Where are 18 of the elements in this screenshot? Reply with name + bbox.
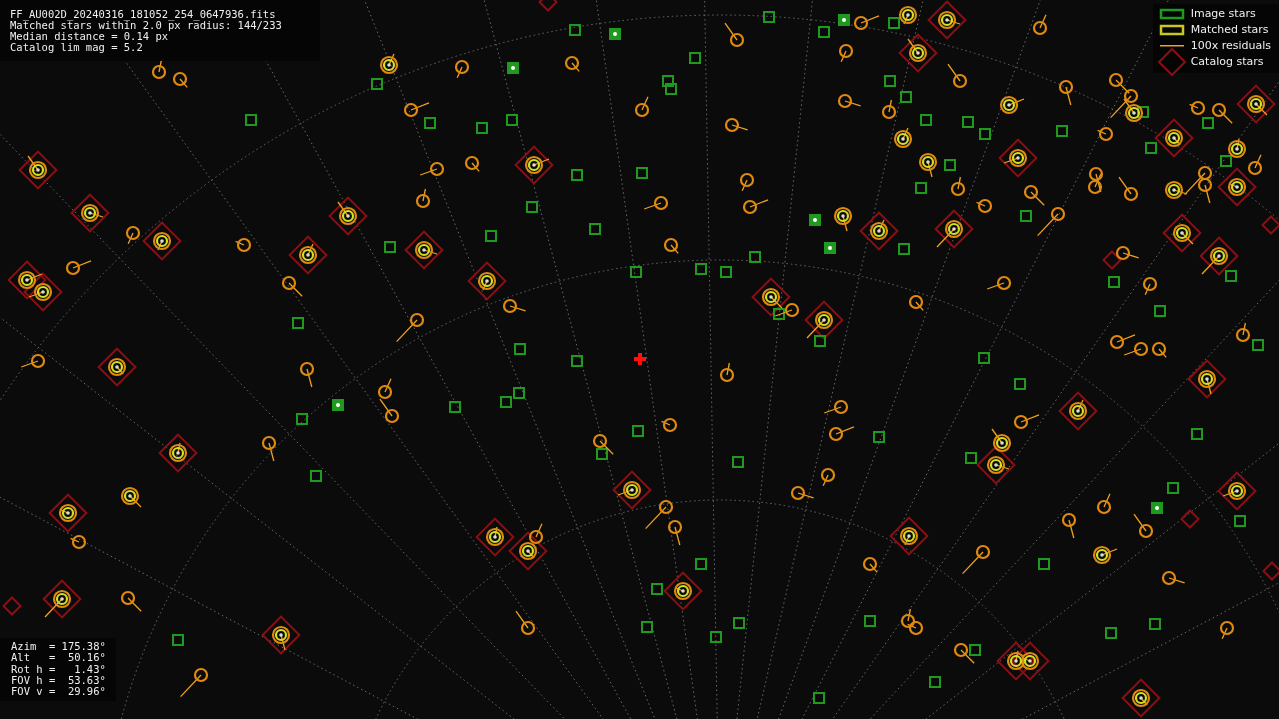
pointing-text: Azim = 175.38° bbox=[11, 641, 106, 653]
info-text: Matched stars within 2.0 px radius: 144/233 bbox=[10, 20, 283, 31]
legend-label: 100x residuals bbox=[1190, 39, 1271, 52]
line-icon bbox=[1159, 44, 1184, 46]
diamond-icon bbox=[1156, 47, 1187, 77]
matched-star-marker-icon bbox=[1159, 24, 1184, 35]
pointing-text: FOV h = 53.63° bbox=[11, 674, 106, 687]
legend-label: Image stars bbox=[1190, 7, 1256, 20]
info-text: FF_AU002D_20240316_181052_254_0647936.fits bbox=[10, 9, 277, 20]
image-star-marker-icon bbox=[1159, 8, 1184, 19]
info-text: Median distance = 0.14 px bbox=[10, 31, 169, 42]
pointing-text: Rot h = 1.43° bbox=[11, 663, 106, 675]
legend-label: Matched stars bbox=[1190, 23, 1269, 36]
crosshair-icon bbox=[634, 353, 646, 365]
pointing-text: Alt = 50.16° bbox=[11, 652, 106, 664]
pointing-text: FOV v = 29.96° bbox=[11, 686, 106, 698]
legend-label: Catalog stars bbox=[1190, 55, 1264, 68]
info-text: Catalog lim mag = 5.2 bbox=[10, 42, 144, 53]
